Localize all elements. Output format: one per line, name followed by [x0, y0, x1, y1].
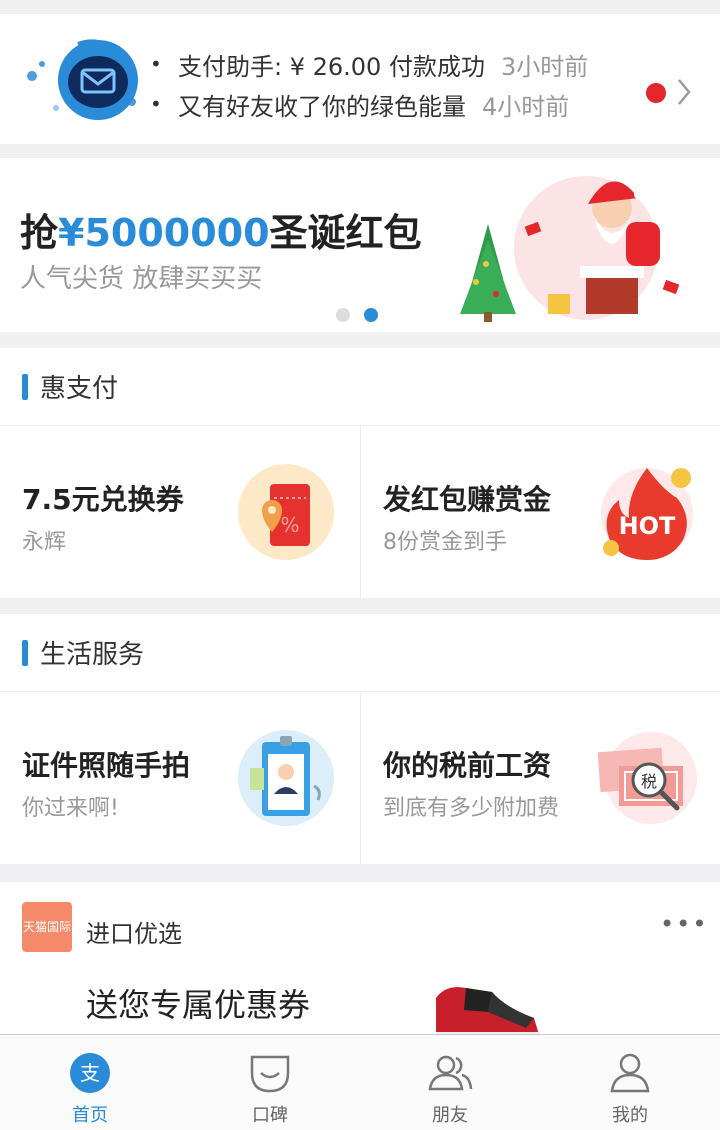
card-subtitle: 到底有多少附加费: [383, 796, 560, 821]
hot-label: HOT: [619, 512, 676, 540]
hot-icon: HOT: [601, 468, 693, 560]
life-services-section: 生活服务 证件照随手拍 你过来啊! 你的税前工资 到底有多少附加费 税: [0, 614, 720, 864]
notification-time: 4小时前: [482, 92, 570, 121]
tab-profile[interactable]: 我的: [540, 1035, 720, 1130]
section-header: 生活服务: [0, 614, 720, 692]
section-title: 生活服务: [40, 640, 145, 670]
tax-icon: 税: [597, 732, 697, 824]
koubei-icon: [250, 1055, 290, 1093]
tab-friends[interactable]: 朋友: [360, 1035, 540, 1130]
svg-text:支: 支: [80, 1061, 100, 1085]
page-dot-active[interactable]: [364, 308, 378, 322]
section-accent-bar: [22, 639, 28, 666]
id-photo-card[interactable]: 证件照随手拍 你过来啊!: [0, 692, 360, 864]
tmall-global-logo: 天猫国际: [22, 902, 72, 952]
notification-time: 3小时前: [500, 52, 589, 81]
section-header: 惠支付: [0, 348, 720, 426]
chevron-right-icon[interactable]: [676, 76, 692, 108]
hui-zhifu-section: 惠支付 7.5元兑换券 永辉 % 发红包赚赏金 8份赏金到手 HOT: [0, 348, 720, 598]
tab-label: 朋友: [432, 1105, 468, 1126]
banner-amount: ¥5000000: [58, 211, 270, 255]
notification-text: 又有好友收了你的绿色能量: [178, 92, 466, 121]
banner-pagination: [336, 308, 378, 322]
tab-label: 口碑: [252, 1105, 288, 1126]
coupon-card[interactable]: 7.5元兑换券 永辉 %: [0, 426, 360, 598]
card-subtitle: 8份赏金到手: [383, 530, 507, 555]
notification-item[interactable]: • 支付助手: ¥ 26.00 付款成功 3小时前: [150, 44, 588, 84]
sneaker-image: [436, 987, 540, 1034]
christmas-santa-illustration: [460, 176, 680, 322]
banner-subtitle: 人气尖货 放肆买买买: [20, 264, 263, 294]
tax-label: 税: [641, 772, 657, 791]
home-zhi-icon: 支: [70, 1053, 110, 1093]
svg-text:%: %: [280, 513, 299, 537]
section-title: 惠支付: [40, 374, 119, 404]
promo-headline: 送您专属优惠券: [86, 986, 311, 1024]
tab-label: 我的: [612, 1105, 648, 1126]
friends-icon: [428, 1055, 473, 1091]
more-options-icon[interactable]: •••: [660, 910, 708, 938]
card-subtitle: 你过来啊!: [22, 796, 119, 821]
bottom-tab-bar: 支 首页 口碑 朋友 我的: [0, 1034, 720, 1130]
notification-item[interactable]: • 又有好友收了你的绿色能量 4小时前: [150, 84, 588, 124]
id-photo-icon: [238, 730, 334, 826]
banner-title: 抢¥5000000圣诞红包: [20, 211, 422, 255]
unread-dot: [646, 83, 666, 103]
section-accent-bar: [22, 373, 28, 400]
tab-home[interactable]: 支 首页: [0, 1035, 180, 1130]
imported-selection-card[interactable]: 天猫国际 进口优选 ••• 送您专属优惠券: [0, 882, 720, 1034]
tab-koubei[interactable]: 口碑: [180, 1035, 360, 1130]
tab-label: 首页: [72, 1105, 108, 1126]
card-title: 7.5元兑换券: [22, 483, 184, 516]
notification-text: 支付助手: ¥ 26.00 付款成功: [178, 52, 485, 81]
card-title: 你的税前工资: [383, 749, 552, 782]
notification-card[interactable]: • 支付助手: ¥ 26.00 付款成功 3小时前 • 又有好友收了你的绿色能量…: [0, 14, 720, 144]
message-robot-icon: [27, 39, 138, 120]
promo-banner[interactable]: 抢¥5000000圣诞红包 人气尖货 放肆买买买: [0, 158, 720, 332]
coupon-icon: %: [238, 464, 334, 560]
brand-name: 进口优选: [86, 920, 182, 948]
card-title: 证件照随手拍: [22, 749, 191, 782]
card-subtitle: 永辉: [22, 530, 67, 555]
red-packet-reward-card[interactable]: 发红包赚赏金 8份赏金到手 HOT: [360, 426, 720, 598]
profile-icon: [610, 1053, 650, 1093]
page-dot[interactable]: [336, 308, 350, 322]
pretax-salary-card[interactable]: 你的税前工资 到底有多少附加费 税: [360, 692, 720, 864]
card-title: 发红包赚赏金: [383, 483, 552, 516]
